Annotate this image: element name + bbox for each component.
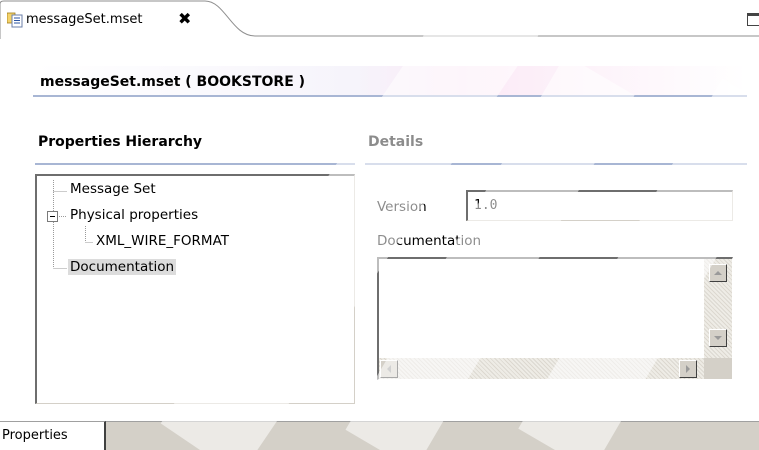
hierarchy-section-title: Properties Hierarchy [38,134,203,150]
message-set-file-icon [7,12,23,28]
arrow-up-icon [714,271,722,275]
tree-item-message-set[interactable]: Message Set [68,181,158,197]
scroll-right-button[interactable] [679,360,697,378]
tree-item-xml-wire-format[interactable]: XML_WIRE_FORMAT [94,233,231,249]
editor-tab-label[interactable]: messageSet.mset [26,12,142,27]
vertical-scrollbar[interactable] [704,259,732,359]
arrow-down-icon [714,336,722,340]
scroll-down-button[interactable] [709,329,727,347]
documentation-textarea[interactable] [377,257,733,380]
version-label: Version [377,199,427,215]
tree-item-physical-properties[interactable]: Physical properties [68,207,200,223]
maximize-icon[interactable] [747,13,759,26]
arrow-left-icon [387,365,391,373]
editor-header: messageSet.mset ( BOOKSTORE ) [33,66,747,97]
scroll-up-button[interactable] [709,264,727,282]
page-title: messageSet.mset ( BOOKSTORE ) [40,74,306,90]
arrow-right-icon [686,365,690,373]
close-icon[interactable]: ✖ [178,9,191,29]
editor-tab-strip: messageSet.mset ✖ [0,0,759,40]
scroll-left-button[interactable] [380,360,398,378]
details-section-divider [365,163,747,165]
documentation-label: Documentation [377,233,482,249]
collapse-toggle-icon[interactable] [47,211,58,222]
details-section-title: Details [368,134,424,150]
hierarchy-section-divider [35,163,355,165]
properties-tree[interactable]: Message Set Physical properties XML_WIRE… [35,174,355,404]
scrollbar-corner [704,358,732,379]
bottom-tab-bar [0,421,759,450]
horizontal-scrollbar[interactable] [379,358,705,379]
tab-properties[interactable]: Properties [0,421,106,450]
version-field[interactable]: 1.0 [466,190,733,221]
tree-item-documentation[interactable]: Documentation [68,259,177,275]
